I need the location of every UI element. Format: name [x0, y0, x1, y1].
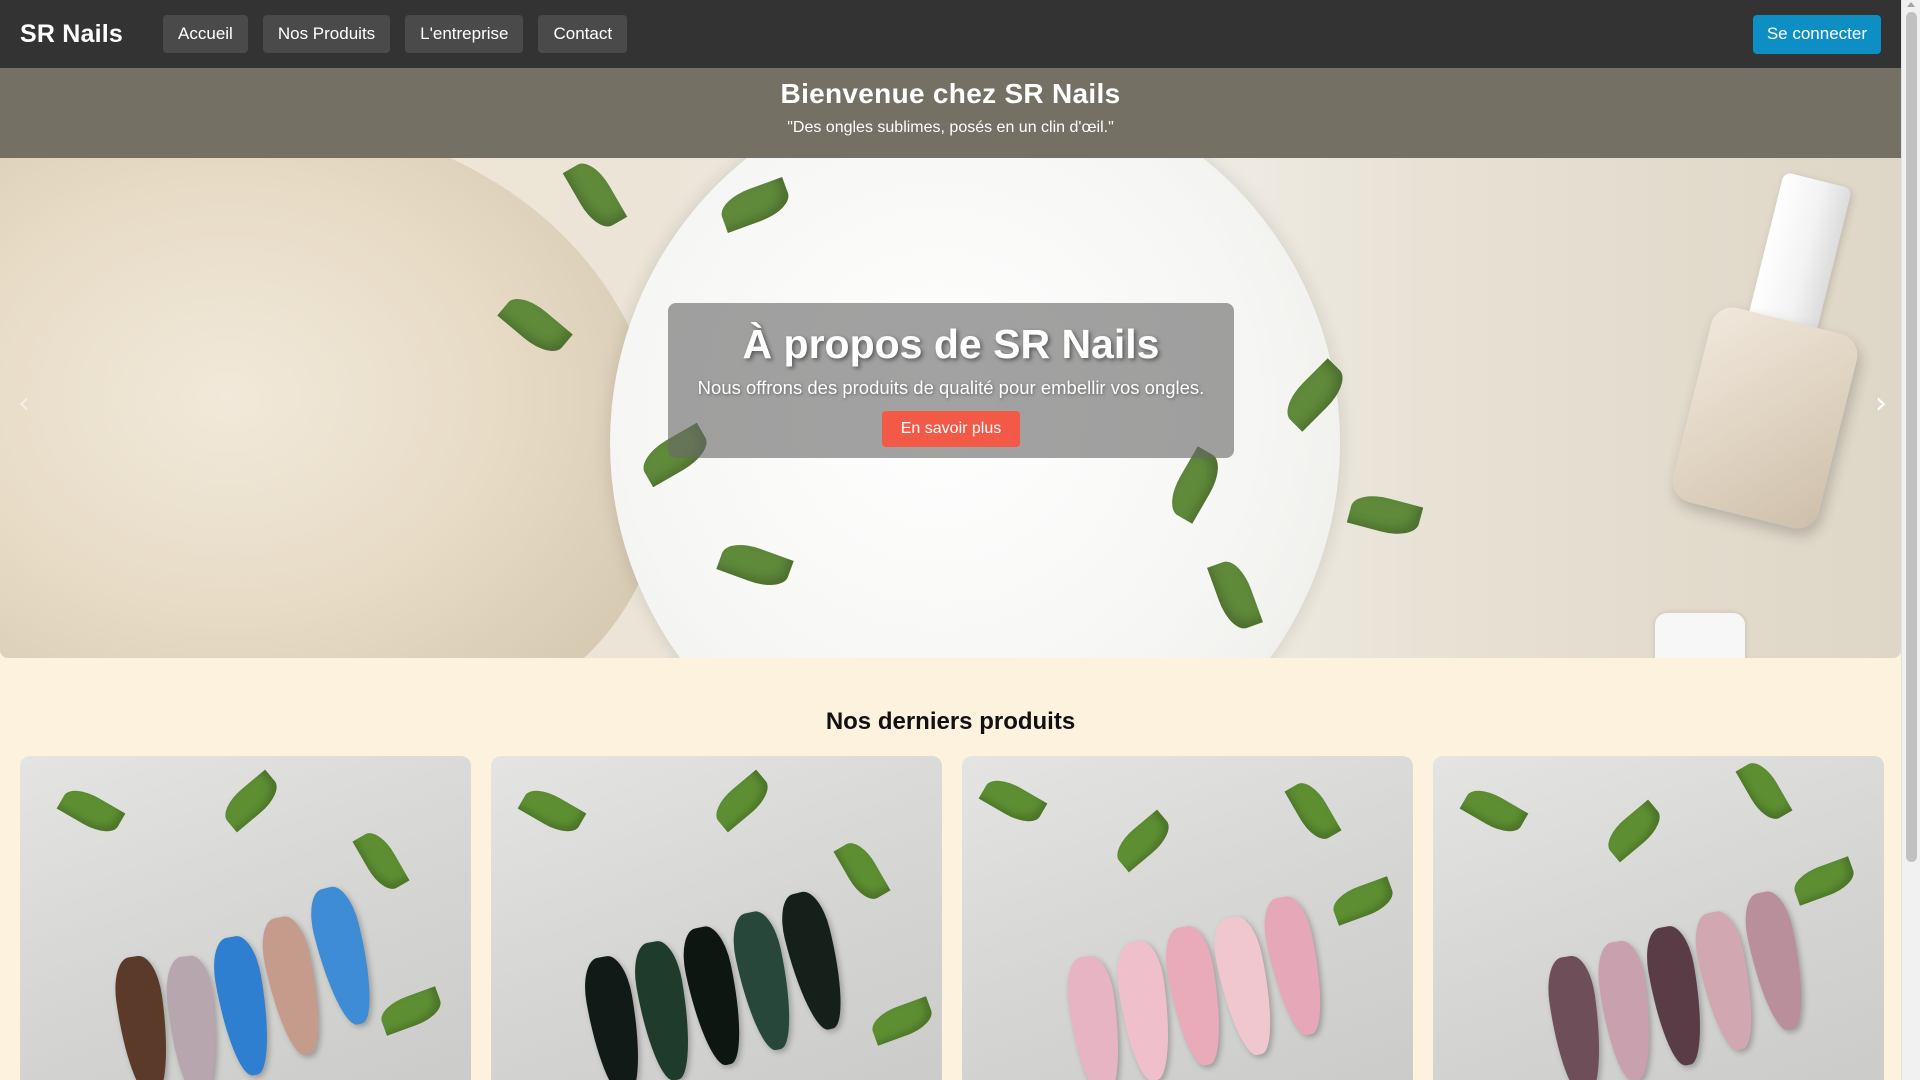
leaf-decoration	[833, 836, 891, 906]
leaf-decoration	[1459, 782, 1529, 840]
learn-more-button[interactable]: En savoir plus	[881, 411, 1021, 447]
hero-image-cloth	[0, 158, 660, 658]
chevron-right-icon[interactable]: ›	[1875, 386, 1887, 421]
navbar: SR Nails Accueil Nos Produits L'entrepri…	[0, 0, 1901, 68]
leaf-decoration	[1346, 489, 1424, 541]
welcome-tagline: "Des ongles sublimes, posés en un clin d…	[787, 119, 1114, 136]
leaf-decoration	[562, 158, 628, 234]
leaf-decoration	[1789, 856, 1859, 906]
leaf-decoration	[1284, 776, 1342, 846]
product-card[interactable]	[20, 756, 471, 1080]
hero-text: Nous offrons des produits de qualité pou…	[697, 377, 1205, 398]
nail-polish-bottle	[1668, 302, 1862, 534]
hero-title: À propos de SR Nails	[742, 321, 1160, 367]
leaf-decoration	[352, 826, 410, 896]
login-button[interactable]: Se connecter	[1752, 14, 1881, 54]
leaf-decoration	[517, 782, 587, 840]
leaf-decoration	[1600, 799, 1668, 863]
nav-contact-button[interactable]: Contact	[538, 15, 628, 53]
leaf-decoration	[1735, 756, 1793, 826]
welcome-banner: Bienvenue chez SR Nails "Des ongles subl…	[0, 68, 1901, 158]
welcome-title: Bienvenue chez SR Nails	[780, 78, 1121, 109]
leaf-decoration	[978, 772, 1048, 830]
page-scrollbar[interactable]	[1901, 0, 1920, 1080]
product-image-nail	[110, 953, 176, 1080]
hero-caption: À propos de SR Nails Nous offrons des pr…	[668, 303, 1234, 458]
nav-entreprise-button[interactable]: L'entreprise	[405, 15, 524, 53]
product-card[interactable]	[491, 756, 942, 1080]
leaf-decoration	[376, 986, 446, 1036]
leaf-decoration	[1109, 809, 1177, 873]
nail-polish-cap	[1655, 613, 1745, 658]
leaf-decoration	[56, 782, 126, 840]
hero-carousel: À propos de SR Nails Nous offrons des pr…	[0, 158, 1901, 658]
chevron-left-icon[interactable]: ‹	[18, 386, 30, 421]
leaf-decoration	[708, 769, 776, 833]
scrollbar-thumb[interactable]	[1906, 12, 1917, 862]
products-section-title: Nos derniers produits	[825, 708, 1076, 735]
nav-accueil-button[interactable]: Accueil	[163, 15, 248, 53]
leaf-decoration	[1328, 876, 1398, 926]
product-card[interactable]	[962, 756, 1413, 1080]
brand-logo[interactable]: SR Nails	[20, 20, 123, 49]
leaf-decoration	[217, 769, 285, 833]
product-card[interactable]	[1433, 756, 1884, 1080]
leaf-decoration	[867, 996, 937, 1046]
nail-polish-cap	[1747, 171, 1853, 335]
nav-produits-button[interactable]: Nos Produits	[262, 15, 391, 53]
scroll-up-arrow-icon[interactable]	[1907, 2, 1915, 7]
